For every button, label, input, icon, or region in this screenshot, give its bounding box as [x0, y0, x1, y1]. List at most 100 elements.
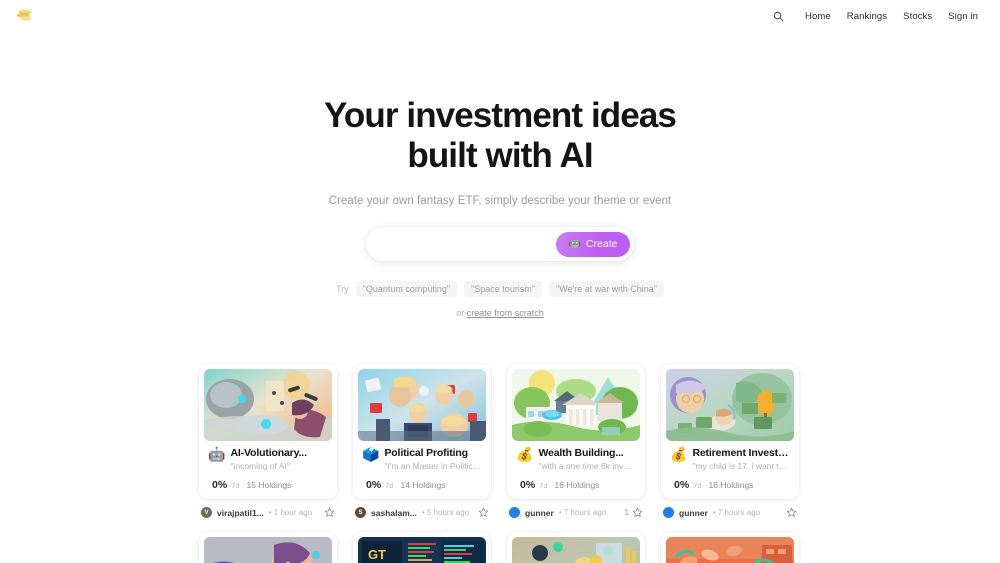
etf-card[interactable]: G T $ — [353, 532, 491, 563]
create-from-scratch-row: or create from scratch — [0, 308, 1000, 318]
holdings-count: 14 Holdings — [400, 480, 446, 491]
prompt-area: 🤖 Create — [366, 227, 634, 262]
performance-value: 0% — [212, 479, 228, 492]
etf-card-description: "with a one time 6k investment... — [538, 461, 636, 472]
etf-card[interactable]: 💰 Retirement Investmen... "my child is 1… — [661, 364, 799, 519]
etf-card-body[interactable]: 💰 Retirement Investmen... "my child is 1… — [661, 364, 799, 500]
etf-card[interactable]: 🤖 AI-Volutionary... "incoming of AI" 0% … — [199, 364, 337, 519]
top-nav: Home Rankings Stocks Sign in — [0, 0, 1000, 32]
etf-graffiti-thumbnail: ETF ETF — [204, 537, 332, 563]
etf-card-title: Retirement Investmen... — [692, 447, 790, 460]
holdings-count: 15 Holdings — [246, 480, 292, 491]
avatar[interactable]: S — [355, 507, 366, 519]
etf-card-stats: 0% 7d 15 Holdings — [208, 471, 328, 499]
robot-icon: 🤖 — [208, 446, 226, 463]
etf-card[interactable]: 🗳️ Political Profiting "I'm an Master in… — [353, 364, 491, 519]
etf-card-meta: 🗳️ Political Profiting "I'm an Master in… — [358, 441, 486, 499]
performance-period: 7d — [693, 481, 702, 491]
prompt-input[interactable] — [380, 237, 556, 252]
performance-period: 7d — [231, 481, 240, 491]
coral-coins-thumbnail — [666, 537, 794, 563]
etf-card-stats: 0% 7d 14 Holdings — [362, 471, 482, 499]
nav-link-home[interactable]: Home — [805, 11, 831, 22]
etf-card-body[interactable]: ETF ETF — [199, 532, 337, 563]
etf-card-title-row: 🗳️ Political Profiting "I'm an Master in… — [362, 447, 482, 471]
etf-card-body[interactable] — [661, 532, 799, 563]
star-icon[interactable] — [478, 507, 489, 518]
retirement-thumbnail — [666, 369, 794, 442]
star-count: 1 — [624, 508, 629, 518]
etf-card-title-row: 💰 Retirement Investmen... "my child is 1… — [670, 447, 790, 471]
etf-card-footer: gunner • 7 hours ago 1 — [507, 499, 645, 519]
etf-card-meta: 🤖 AI-Volutionary... "incoming of AI" 0% … — [204, 441, 332, 499]
author-name[interactable]: virajpatil1... — [217, 508, 264, 518]
money-bag-icon: 💰 — [516, 446, 534, 463]
timestamp: • 7 hours ago — [712, 508, 761, 518]
or-label: or — [456, 308, 465, 319]
avatar[interactable] — [509, 507, 520, 519]
author-name[interactable]: gunner — [525, 508, 554, 518]
create-button-label: Create — [585, 238, 618, 251]
etf-card-description: "my child is 17. i want to start... — [692, 461, 790, 472]
page-title: Your investment ideas built with AI — [324, 96, 677, 175]
etf-card-body[interactable]: 🤖 AI-Volutionary... "incoming of AI" 0% … — [199, 364, 337, 500]
etf-card[interactable] — [661, 532, 799, 563]
ai-robot-thumbnail — [204, 369, 332, 442]
performance-period: 7d — [539, 481, 548, 491]
ballot-box-icon: 🗳️ — [362, 446, 380, 463]
etf-card[interactable]: E — [507, 532, 645, 563]
holdings-count: 16 Holdings — [554, 480, 600, 491]
nav-link-rankings[interactable]: Rankings — [847, 11, 887, 22]
avatar[interactable] — [663, 507, 674, 519]
performance-period: 7d — [385, 481, 394, 491]
etf-card-footer: gunner • 7 hours ago — [661, 499, 799, 519]
etf-card-grid: 🤖 AI-Volutionary... "incoming of AI" 0% … — [199, 364, 801, 563]
hero-subtitle: Create your own fantasy ETF, simply desc… — [328, 195, 672, 208]
etf-card-title: Political Profiting — [384, 447, 468, 460]
etf-card-meta: 💰 Retirement Investmen... "my child is 1… — [666, 441, 794, 499]
svg-text:T: T — [378, 547, 386, 562]
create-button[interactable]: 🤖 Create — [556, 231, 630, 257]
search-icon[interactable] — [772, 10, 785, 23]
timestamp: • 1 hour ago — [268, 508, 313, 518]
prompt-box[interactable]: 🤖 Create — [366, 227, 634, 262]
etf-card[interactable]: 💰 Wealth Building... "with a one time 6k… — [507, 364, 645, 519]
performance-value: 0% — [520, 479, 536, 492]
star-icon[interactable] — [324, 507, 335, 518]
performance-value: 0% — [366, 479, 382, 492]
author-name[interactable]: sashalam... — [371, 508, 417, 518]
timestamp: • 7 hours ago — [558, 508, 607, 518]
suggestion-chips: Try "Quantum computing" "Space tourism" … — [0, 281, 1000, 298]
etf-card-description: "incoming of AI" — [230, 461, 290, 472]
etf-card-title-row: 💰 Wealth Building... "with a one time 6k… — [516, 447, 636, 471]
etf-card-body[interactable]: G T $ — [353, 532, 491, 563]
try-label: Try — [335, 284, 349, 295]
svg-text:G: G — [368, 547, 378, 562]
etf-card-stats: 0% 7d 16 Holdings — [516, 471, 636, 499]
etf-card-body[interactable]: 🗳️ Political Profiting "I'm an Master in… — [353, 364, 491, 500]
star-icon[interactable] — [632, 507, 643, 518]
coins-logo-icon[interactable] — [14, 6, 36, 26]
etf-card-stats: 0% 7d 16 Holdings — [670, 471, 790, 499]
etf-card-footer: S sashalam... • 5 hours ago — [353, 499, 491, 519]
performance-value: 0% — [674, 479, 690, 492]
trading-terminal-thumbnail: G T $ — [358, 537, 486, 563]
etf-card-body[interactable]: 💰 Wealth Building... "with a one time 6k… — [507, 364, 645, 500]
chip-space-tourism[interactable]: "Space tourism" — [464, 281, 543, 298]
robot-icon: 🤖 — [568, 238, 581, 250]
mansion-thumbnail — [512, 369, 640, 442]
etf-card-description: "I'm an Master in Political... — [384, 461, 482, 472]
chip-war-with-china[interactable]: "We're at war with China" — [549, 281, 664, 298]
etf-card[interactable]: ETF ETF — [199, 532, 337, 563]
nav-link-stocks[interactable]: Stocks — [903, 11, 932, 22]
create-from-scratch-link[interactable]: create from scratch — [467, 308, 544, 318]
chip-quantum-computing[interactable]: "Quantum computing" — [355, 281, 458, 298]
etf-card-footer: V virajpatil1... • 1 hour ago — [199, 499, 337, 519]
avatar[interactable]: V — [201, 507, 212, 519]
nav-link-signin[interactable]: Sign in — [948, 11, 978, 22]
green-money-thumbnail: E — [512, 537, 640, 563]
star-icon[interactable] — [786, 507, 797, 518]
etf-card-title: AI-Volutionary... — [230, 447, 307, 460]
author-name[interactable]: gunner — [679, 508, 708, 518]
etf-card-body[interactable]: E — [507, 532, 645, 563]
